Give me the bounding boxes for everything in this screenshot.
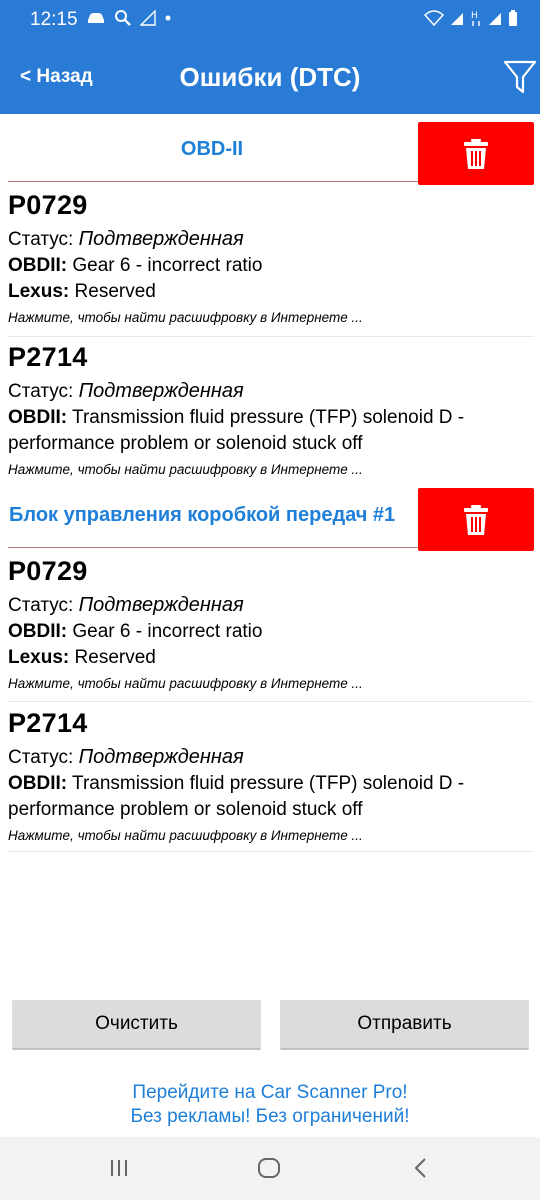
wifi-icon	[424, 10, 444, 26]
search-icon	[115, 10, 131, 26]
dtc-item[interactable]: P0729 Статус: Подтвержденная OBDII: Gear…	[8, 552, 534, 702]
delete-section-button[interactable]	[418, 488, 534, 551]
svg-text:H: H	[471, 11, 478, 21]
upgrade-promo-link[interactable]: Перейдите на Car Scanner Pro! Без реклам…	[0, 1081, 540, 1129]
status-label: Статус:	[8, 747, 74, 768]
detail-key: OBDII:	[8, 407, 68, 428]
dtc-detail: OBDII: Gear 6 - incorrect ratio	[8, 253, 534, 279]
status-value: Подтвержденная	[78, 228, 244, 250]
dot-icon	[165, 15, 171, 21]
status-value: Подтвержденная	[78, 594, 244, 616]
detail-value: Transmission fluid pressure (TFP) soleno…	[8, 773, 465, 820]
section-title: OBD-II	[180, 138, 244, 160]
signal-icon	[489, 13, 501, 25]
dtc-detail: Lexus: Reserved	[8, 645, 534, 671]
dtc-status: Статус: Подтвержденная	[8, 226, 534, 253]
detail-key: Lexus:	[8, 647, 70, 668]
status-label: Статус:	[8, 229, 74, 250]
home-icon[interactable]	[257, 1157, 281, 1179]
trash-icon	[464, 138, 488, 169]
dtc-code: P0729	[8, 556, 88, 586]
status-bar: 12:15 H	[0, 0, 540, 40]
dtc-item[interactable]: P0729 Статус: Подтвержденная OBDII: Gear…	[8, 186, 534, 337]
system-nav-bar	[0, 1137, 540, 1200]
section-header-obd2: OBD-II	[0, 118, 540, 185]
trash-icon	[464, 504, 488, 535]
dtc-status: Статус: Подтвержденная	[8, 744, 534, 771]
status-time: 12:15	[30, 9, 78, 30]
status-value: Подтвержденная	[78, 746, 244, 768]
signal-icon	[140, 10, 156, 26]
status-value: Подтвержденная	[78, 380, 244, 402]
section-title: Блок управления коробкой передач #1	[9, 504, 396, 526]
dtc-item[interactable]: P2714 Статус: Подтвержденная OBDII: Tran…	[8, 704, 534, 852]
battery-icon	[509, 10, 517, 26]
dtc-search-hint[interactable]: Нажмите, чтобы найти расшифровку в Интер…	[8, 825, 534, 847]
dtc-search-hint[interactable]: Нажмите, чтобы найти расшифровку в Интер…	[8, 673, 534, 695]
dtc-status: Статус: Подтвержденная	[8, 378, 534, 405]
signal-icon	[451, 13, 463, 25]
divider	[8, 547, 418, 548]
promo-line: Без рекламы! Без ограничений!	[130, 1106, 410, 1127]
back-icon[interactable]	[410, 1157, 432, 1179]
detail-value: Gear 6 - incorrect ratio	[72, 255, 263, 276]
status-label: Статус:	[8, 381, 74, 402]
section-header-transmission: Блок управления коробкой передач #1	[0, 484, 540, 551]
page-title: Ошибки (DTC)	[179, 62, 361, 92]
status-label: Статус:	[8, 595, 74, 616]
dtc-detail: Lexus: Reserved	[8, 279, 534, 305]
dtc-code: P2714	[8, 342, 88, 372]
dtc-status: Статус: Подтвержденная	[8, 592, 534, 619]
detail-key: OBDII:	[8, 255, 68, 276]
recent-apps-icon[interactable]	[108, 1157, 130, 1179]
dtc-detail: OBDII: Gear 6 - incorrect ratio	[8, 619, 534, 645]
dtc-detail: OBDII: Transmission fluid pressure (TFP)…	[8, 405, 534, 457]
detail-value: Reserved	[74, 647, 156, 668]
detail-key: Lexus:	[8, 281, 70, 302]
clear-button[interactable]: Очистить	[12, 1000, 261, 1050]
dtc-search-hint[interactable]: Нажмите, чтобы найти расшифровку в Интер…	[8, 307, 534, 329]
detail-value: Gear 6 - incorrect ratio	[72, 621, 263, 642]
dtc-item[interactable]: P2714 Статус: Подтвержденная OBDII: Tran…	[8, 338, 534, 484]
dtc-search-hint[interactable]: Нажмите, чтобы найти расшифровку в Интер…	[8, 459, 534, 481]
filter-icon[interactable]	[502, 56, 538, 96]
detail-value: Transmission fluid pressure (TFP) soleno…	[8, 407, 465, 454]
send-button[interactable]: Отправить	[280, 1000, 529, 1050]
app-bar: < Назад Ошибки (DTC)	[0, 40, 540, 114]
detail-value: Reserved	[74, 281, 156, 302]
detail-key: OBDII:	[8, 621, 68, 642]
dtc-code: P0729	[8, 190, 88, 220]
divider	[8, 181, 418, 182]
data-icon: H	[471, 11, 480, 26]
promo-line: Перейдите на Car Scanner Pro!	[132, 1082, 408, 1103]
car-icon	[88, 13, 104, 23]
dtc-code: P2714	[8, 708, 88, 738]
dtc-detail: OBDII: Transmission fluid pressure (TFP)…	[8, 771, 534, 823]
detail-key: OBDII:	[8, 773, 68, 794]
delete-section-button[interactable]	[418, 122, 534, 185]
